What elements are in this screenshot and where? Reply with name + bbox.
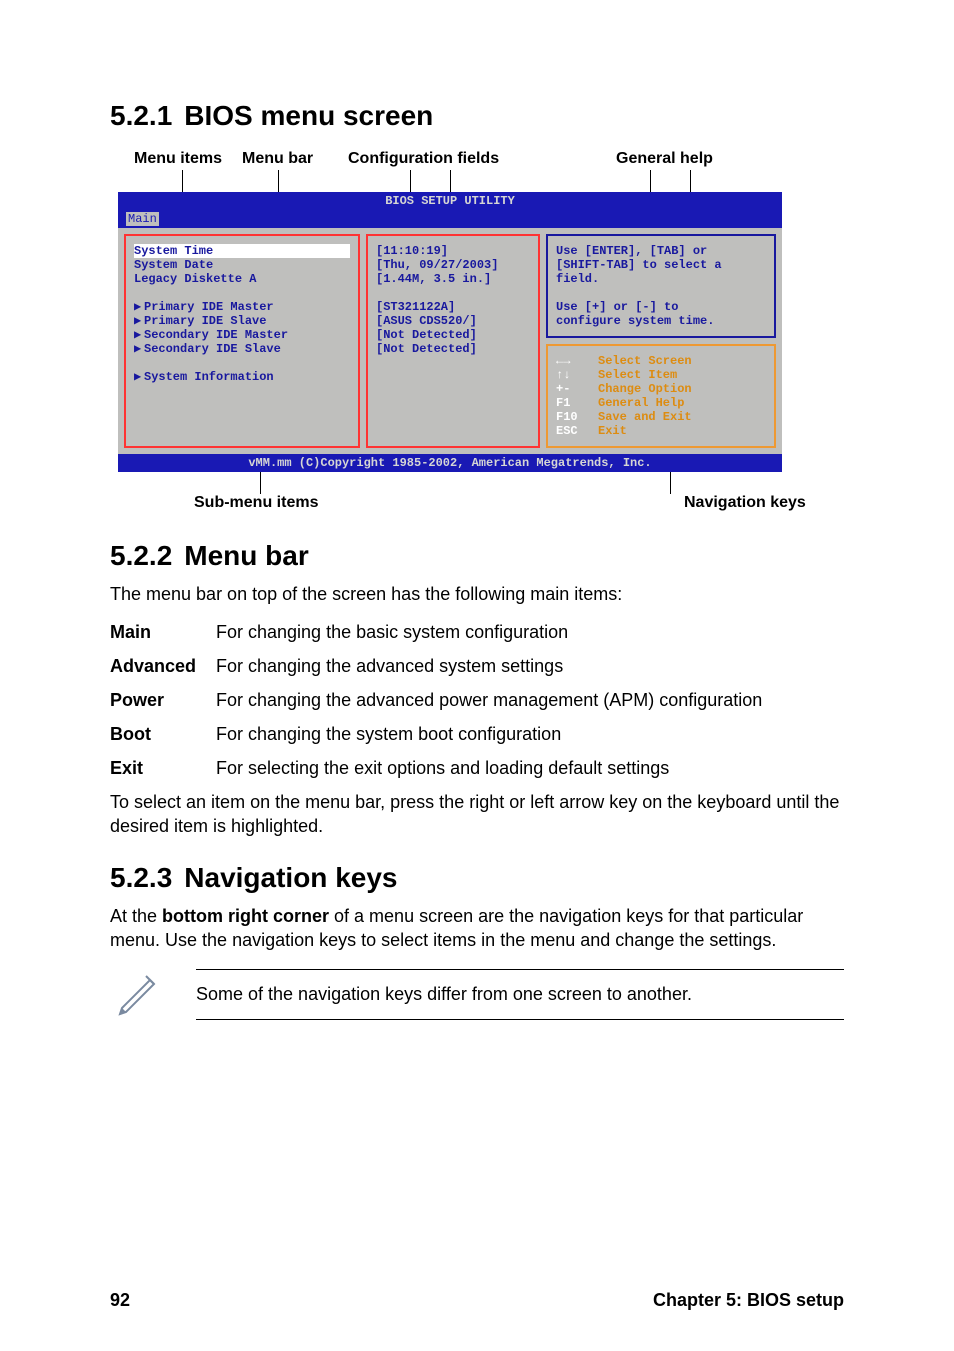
bios-item-system-date[interactable]: System Date xyxy=(134,258,350,272)
bios-title: BIOS SETUP UTILITY xyxy=(118,192,782,210)
nav-key: +- xyxy=(556,382,598,396)
menubar-intro: The menu bar on top of the screen has th… xyxy=(110,582,844,606)
page-footer: 92 Chapter 5: BIOS setup xyxy=(110,1290,844,1311)
label-navkeys: Navigation keys xyxy=(554,494,844,512)
def-desc: For changing the advanced power manageme… xyxy=(216,688,844,712)
note-box: Some of the navigation keys differ from … xyxy=(110,968,844,1021)
bios-sub-system-information[interactable]: ▶System Information xyxy=(134,370,350,384)
def-term: Advanced xyxy=(110,654,216,678)
def-row: PowerFor changing the advanced power man… xyxy=(110,688,844,712)
figure-top-labels: Menu items Menu bar Configuration fields… xyxy=(110,150,844,168)
menubar-definitions: MainFor changing the basic system config… xyxy=(110,620,844,780)
page-number: 92 xyxy=(110,1290,130,1311)
arrow-icon: ▶ xyxy=(134,314,144,328)
def-desc: For selecting the exit options and loadi… xyxy=(216,756,844,780)
def-row: AdvancedFor changing the advanced system… xyxy=(110,654,844,678)
def-term: Boot xyxy=(110,722,216,746)
bios-value-sis: [Not Detected] xyxy=(376,342,530,356)
bios-item-system-time[interactable]: System Time xyxy=(134,244,350,258)
heading-number: 5.2.2 xyxy=(110,540,172,572)
heading-5-2-1: 5.2.1 BIOS menu screen xyxy=(110,100,844,132)
bios-value-sim: [Not Detected] xyxy=(376,328,530,342)
chapter-label: Chapter 5: BIOS setup xyxy=(653,1290,844,1311)
arrow-icon: ▶ xyxy=(134,300,144,314)
figure-bottom-labels: Sub-menu items Navigation keys xyxy=(110,494,844,512)
heading-5-2-3: 5.2.3 Navigation keys xyxy=(110,862,844,894)
bios-nav-panel: ←→Select Screen ↑↓Select Item +-Change O… xyxy=(546,344,776,448)
label-general-help: General help xyxy=(600,150,816,168)
heading-title: BIOS menu screen xyxy=(184,100,433,131)
def-row: ExitFor selecting the exit options and l… xyxy=(110,756,844,780)
bios-item-legacy-diskette[interactable]: Legacy Diskette A xyxy=(134,272,350,286)
bios-footer: vMM.mm (C)Copyright 1985-2002, American … xyxy=(118,454,782,472)
bios-value-pis: [ASUS CDS520/] xyxy=(376,314,530,328)
bios-sub-primary-ide-slave[interactable]: ▶Primary IDE Slave xyxy=(134,314,350,328)
label-menu-bar: Menu bar xyxy=(242,150,332,168)
def-desc: For changing the advanced system setting… xyxy=(216,654,844,678)
nav-key: ←→ xyxy=(556,354,598,368)
bios-value-time[interactable]: [11:10:19] xyxy=(376,244,530,258)
menubar-outro: To select an item on the menu bar, press… xyxy=(110,790,844,838)
def-desc: For changing the system boot configurati… xyxy=(216,722,844,746)
arrow-icon: ▶ xyxy=(134,328,144,342)
bios-value-disk[interactable]: [1.44M, 3.5 in.] xyxy=(376,272,530,286)
nav-desc: Select Item xyxy=(598,368,677,382)
figure-bottom-connectors xyxy=(110,472,844,494)
bios-sub-secondary-ide-master[interactable]: ▶Secondary IDE Master xyxy=(134,328,350,342)
bios-figure: BIOS SETUP UTILITY Main System Time Syst… xyxy=(118,192,782,472)
def-term: Main xyxy=(110,620,216,644)
bios-menu-items-panel: System Time System Date Legacy Diskette … xyxy=(124,234,360,448)
nav-desc: Select Screen xyxy=(598,354,692,368)
bios-menubar-main[interactable]: Main xyxy=(126,212,159,226)
nav-key: ESC xyxy=(556,424,598,438)
nav-desc: Save and Exit xyxy=(598,410,692,424)
def-row: MainFor changing the basic system config… xyxy=(110,620,844,644)
nav-desc: General Help xyxy=(598,396,684,410)
def-desc: For changing the basic system configurat… xyxy=(216,620,844,644)
heading-5-2-2: 5.2.2 Menu bar xyxy=(110,540,844,572)
heading-number: 5.2.3 xyxy=(110,862,172,894)
heading-number: 5.2.1 xyxy=(110,100,172,132)
label-menu-items: Menu items xyxy=(110,150,242,168)
bios-value-pim: [ST321122A] xyxy=(376,300,530,314)
bios-help-panel: Use [ENTER], [TAB] or [SHIFT-TAB] to sel… xyxy=(546,234,776,338)
bios-menubar: Main xyxy=(118,210,782,228)
bios-sub-primary-ide-master[interactable]: ▶Primary IDE Master xyxy=(134,300,350,314)
note-text: Some of the navigation keys differ from … xyxy=(196,969,844,1020)
def-term: Power xyxy=(110,688,216,712)
navkeys-intro: At the bottom right corner of a menu scr… xyxy=(110,904,844,952)
bios-sub-secondary-ide-slave[interactable]: ▶Secondary IDE Slave xyxy=(134,342,350,356)
def-term: Exit xyxy=(110,756,216,780)
bios-config-fields-panel: [11:10:19] [Thu, 09/27/2003] [1.44M, 3.5… xyxy=(366,234,540,448)
nav-key: ↑↓ xyxy=(556,368,598,382)
nav-key: F10 xyxy=(556,410,598,424)
def-row: BootFor changing the system boot configu… xyxy=(110,722,844,746)
pencil-icon xyxy=(110,968,166,1021)
arrow-icon: ▶ xyxy=(134,342,144,356)
nav-desc: Change Option xyxy=(598,382,692,396)
heading-title: Navigation keys xyxy=(184,862,397,893)
label-submenu: Sub-menu items xyxy=(110,494,554,512)
arrow-icon: ▶ xyxy=(134,370,144,384)
label-config-fields: Configuration fields xyxy=(332,150,600,168)
figure-top-connectors xyxy=(110,170,844,192)
heading-title: Menu bar xyxy=(184,540,308,571)
nav-desc: Exit xyxy=(598,424,627,438)
nav-key: F1 xyxy=(556,396,598,410)
bios-value-date[interactable]: [Thu, 09/27/2003] xyxy=(376,258,530,272)
